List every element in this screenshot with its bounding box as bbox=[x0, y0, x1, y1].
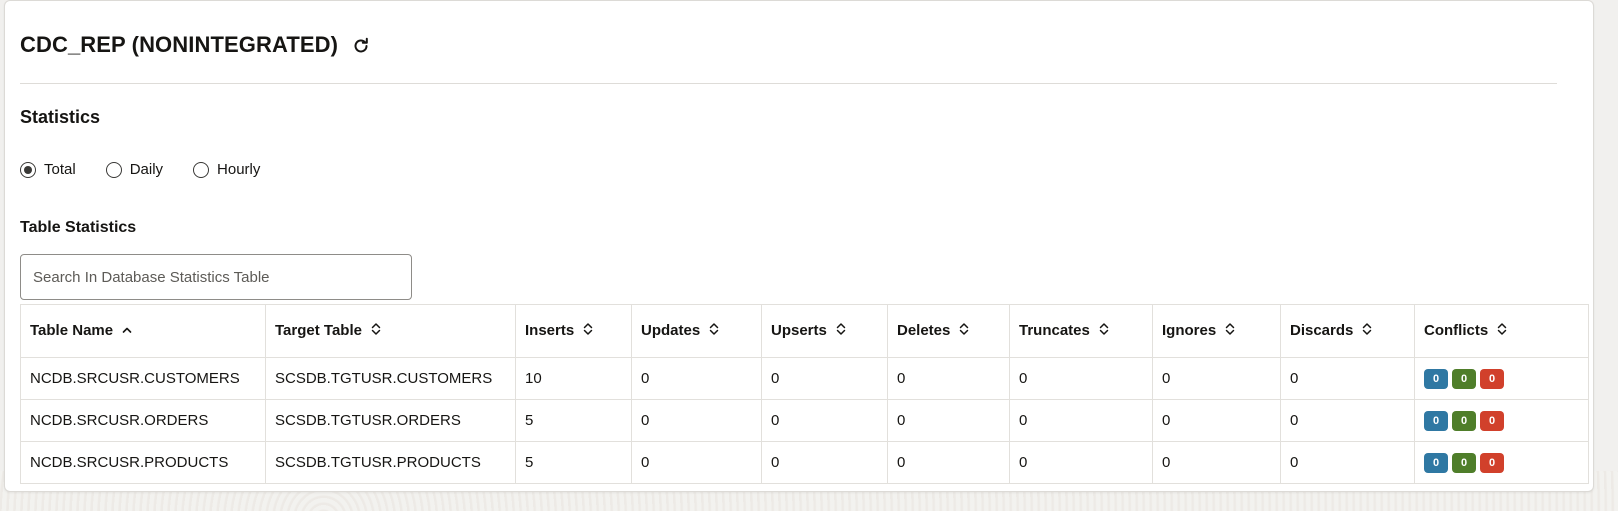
table-row: NCDB.SRCUSR.ORDERS SCSDB.TGTUSR.ORDERS 5… bbox=[20, 399, 1589, 442]
radio-total[interactable]: Total bbox=[20, 161, 76, 178]
column-label: Upserts bbox=[771, 321, 827, 339]
cell-target-table: SCSDB.TGTUSR.CUSTOMERS bbox=[265, 357, 516, 400]
column-header-updates[interactable]: Updates bbox=[631, 304, 762, 358]
cell-table-name: NCDB.SRCUSR.PRODUCTS bbox=[20, 441, 266, 484]
sort-ascending-icon[interactable] bbox=[121, 323, 133, 340]
sort-icon[interactable] bbox=[1496, 322, 1508, 340]
radio-total-indicator[interactable] bbox=[20, 161, 36, 178]
cell-deletes: 0 bbox=[887, 399, 1010, 442]
cell-discards: 0 bbox=[1280, 399, 1415, 442]
column-header-ignores[interactable]: Ignores bbox=[1152, 304, 1281, 358]
column-label: Deletes bbox=[897, 321, 951, 339]
conflict-badge-green[interactable]: 0 bbox=[1452, 452, 1476, 473]
sort-icon[interactable] bbox=[370, 322, 382, 340]
column-header-table-name[interactable]: Table Name bbox=[20, 304, 266, 358]
radio-daily[interactable]: Daily bbox=[105, 161, 164, 178]
cell-target-table: SCSDB.TGTUSR.ORDERS bbox=[265, 399, 516, 442]
column-label: Discards bbox=[1290, 321, 1354, 339]
column-label: Truncates bbox=[1019, 321, 1090, 339]
sort-icon[interactable] bbox=[582, 322, 594, 340]
cell-deletes: 0 bbox=[887, 441, 1010, 484]
column-header-deletes[interactable]: Deletes bbox=[887, 304, 1010, 358]
column-header-inserts[interactable]: Inserts bbox=[515, 304, 632, 358]
cell-truncates: 0 bbox=[1009, 399, 1153, 442]
cell-upserts: 0 bbox=[761, 357, 888, 400]
radio-selected-dot bbox=[24, 165, 32, 174]
cell-discards: 0 bbox=[1280, 441, 1415, 484]
column-header-upserts[interactable]: Upserts bbox=[761, 304, 888, 358]
sort-icon[interactable] bbox=[1361, 322, 1373, 340]
radio-hourly-indicator[interactable] bbox=[193, 161, 210, 178]
cell-ignores: 0 bbox=[1152, 357, 1281, 400]
page-title: CDC_REP (NONINTEGRATED) bbox=[20, 32, 339, 57]
cell-truncates: 0 bbox=[1009, 357, 1153, 400]
cell-table-name: NCDB.SRCUSR.ORDERS bbox=[20, 399, 266, 442]
cell-updates: 0 bbox=[631, 357, 762, 400]
sort-icon[interactable] bbox=[835, 322, 847, 340]
column-header-truncates[interactable]: Truncates bbox=[1009, 304, 1153, 358]
conflict-badge-green[interactable]: 0 bbox=[1452, 368, 1476, 389]
column-header-target-table[interactable]: Target Table bbox=[265, 304, 516, 358]
table-statistics-title: Table Statistics bbox=[20, 219, 137, 236]
cell-conflicts: 0 0 0 bbox=[1414, 357, 1589, 400]
search-input[interactable] bbox=[20, 254, 412, 300]
page-header: CDC_REP (NONINTEGRATED) bbox=[20, 31, 1557, 84]
conflict-badge-red[interactable]: 0 bbox=[1480, 452, 1504, 473]
column-header-conflicts[interactable]: Conflicts bbox=[1414, 304, 1589, 358]
radio-hourly[interactable]: Hourly bbox=[193, 161, 260, 178]
cell-updates: 0 bbox=[631, 399, 762, 442]
column-label: Ignores bbox=[1162, 321, 1217, 339]
statistics-title: Statistics bbox=[20, 107, 101, 127]
conflict-badge-red[interactable]: 0 bbox=[1480, 410, 1504, 431]
cell-conflicts: 0 0 0 bbox=[1414, 399, 1589, 442]
sort-icon[interactable] bbox=[958, 322, 970, 340]
conflict-badges: 0 0 0 bbox=[1424, 410, 1579, 431]
column-label: Updates bbox=[641, 321, 701, 339]
cell-truncates: 0 bbox=[1009, 441, 1153, 484]
conflict-badges: 0 0 0 bbox=[1424, 452, 1579, 473]
cell-inserts: 5 bbox=[515, 441, 632, 484]
table-row: NCDB.SRCUSR.PRODUCTS SCSDB.TGTUSR.PRODUC… bbox=[20, 441, 1589, 484]
table-row: NCDB.SRCUSR.CUSTOMERS SCSDB.TGTUSR.CUSTO… bbox=[20, 357, 1589, 400]
column-label: Table Name bbox=[30, 322, 114, 340]
cell-ignores: 0 bbox=[1152, 441, 1281, 484]
cell-updates: 0 bbox=[631, 441, 762, 484]
table-header-row: Table Name Target Table Inserts Updates … bbox=[20, 304, 1589, 358]
radio-total-label: Total bbox=[44, 161, 76, 178]
table-statistics-grid: Table Name Target Table Inserts Updates … bbox=[20, 304, 1589, 484]
cell-deletes: 0 bbox=[887, 357, 1010, 400]
radio-daily-indicator[interactable] bbox=[105, 161, 122, 178]
cell-conflicts: 0 0 0 bbox=[1414, 441, 1589, 484]
conflict-badge-blue[interactable]: 0 bbox=[1424, 410, 1448, 431]
cell-discards: 0 bbox=[1280, 357, 1415, 400]
sort-icon[interactable] bbox=[1098, 322, 1110, 340]
radio-hourly-label: Hourly bbox=[217, 161, 261, 178]
conflict-badges: 0 0 0 bbox=[1424, 368, 1579, 389]
cell-ignores: 0 bbox=[1152, 399, 1281, 442]
column-header-discards[interactable]: Discards bbox=[1280, 304, 1415, 358]
conflict-badge-red[interactable]: 0 bbox=[1480, 368, 1504, 389]
radio-daily-label: Daily bbox=[129, 161, 164, 178]
cell-upserts: 0 bbox=[761, 441, 888, 484]
cell-target-table: SCSDB.TGTUSR.PRODUCTS bbox=[265, 441, 516, 484]
cell-inserts: 10 bbox=[515, 357, 632, 400]
column-label: Inserts bbox=[525, 321, 575, 339]
statistics-period-radio-group: Total Daily Hourly bbox=[20, 161, 260, 178]
conflict-badge-green[interactable]: 0 bbox=[1452, 410, 1476, 431]
cell-table-name: NCDB.SRCUSR.CUSTOMERS bbox=[20, 357, 266, 400]
statistics-card: CDC_REP (NONINTEGRATED) Statistics Total… bbox=[4, 0, 1594, 492]
column-label: Conflicts bbox=[1424, 321, 1489, 339]
sort-icon[interactable] bbox=[1224, 322, 1236, 340]
sort-icon[interactable] bbox=[708, 322, 720, 340]
conflict-badge-blue[interactable]: 0 bbox=[1424, 368, 1448, 389]
cell-upserts: 0 bbox=[761, 399, 888, 442]
cell-inserts: 5 bbox=[515, 399, 632, 442]
refresh-icon[interactable] bbox=[350, 35, 372, 57]
conflict-badge-blue[interactable]: 0 bbox=[1424, 452, 1448, 473]
column-label: Target Table bbox=[275, 321, 362, 339]
